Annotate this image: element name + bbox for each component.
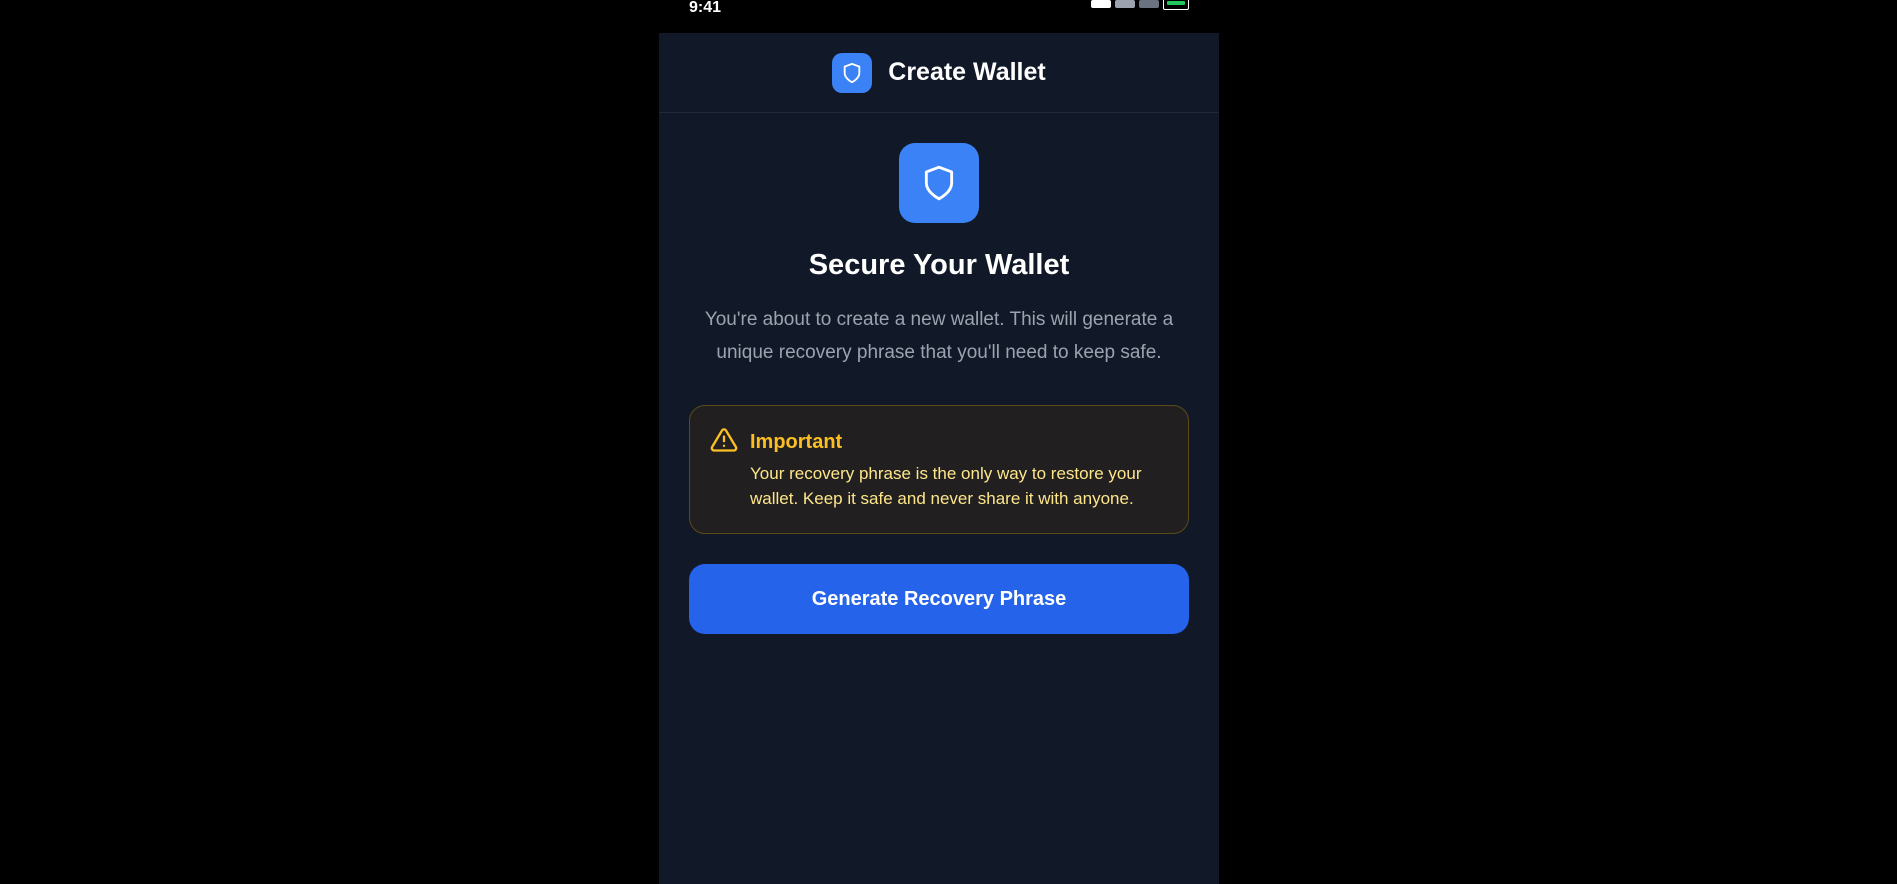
wifi-icon bbox=[1139, 0, 1159, 8]
warning-text: Your recovery phrase is the only way to … bbox=[750, 464, 1142, 508]
signal-icon bbox=[1091, 0, 1111, 8]
warning-body: Important Your recovery phrase is the on… bbox=[750, 430, 1168, 511]
hero-title: Secure Your Wallet bbox=[808, 249, 1070, 281]
shield-icon bbox=[832, 52, 873, 93]
status-icons bbox=[1091, 0, 1189, 12]
header: Create Wallet bbox=[659, 33, 1219, 113]
page-title: Create Wallet bbox=[888, 58, 1046, 86]
status-bar: 9:41 bbox=[659, 0, 1219, 33]
warning-card: Important Your recovery phrase is the on… bbox=[689, 405, 1189, 534]
warning-title: Important bbox=[750, 431, 843, 453]
main-content: Secure Your Wallet You're about to creat… bbox=[659, 143, 1219, 634]
battery-icon bbox=[1163, 0, 1189, 10]
generate-recovery-phrase-button[interactable]: Generate Recovery Phrase bbox=[689, 564, 1189, 634]
status-time: 9:41 bbox=[689, 0, 722, 16]
app-screen: Create Wallet Secure Your Wallet You're … bbox=[659, 33, 1219, 884]
hero-description: You're about to create a new wallet. Thi… bbox=[704, 309, 1174, 363]
shield-icon bbox=[899, 143, 979, 223]
warning-triangle-icon bbox=[710, 426, 738, 454]
signal-bar-icon bbox=[1115, 0, 1135, 8]
